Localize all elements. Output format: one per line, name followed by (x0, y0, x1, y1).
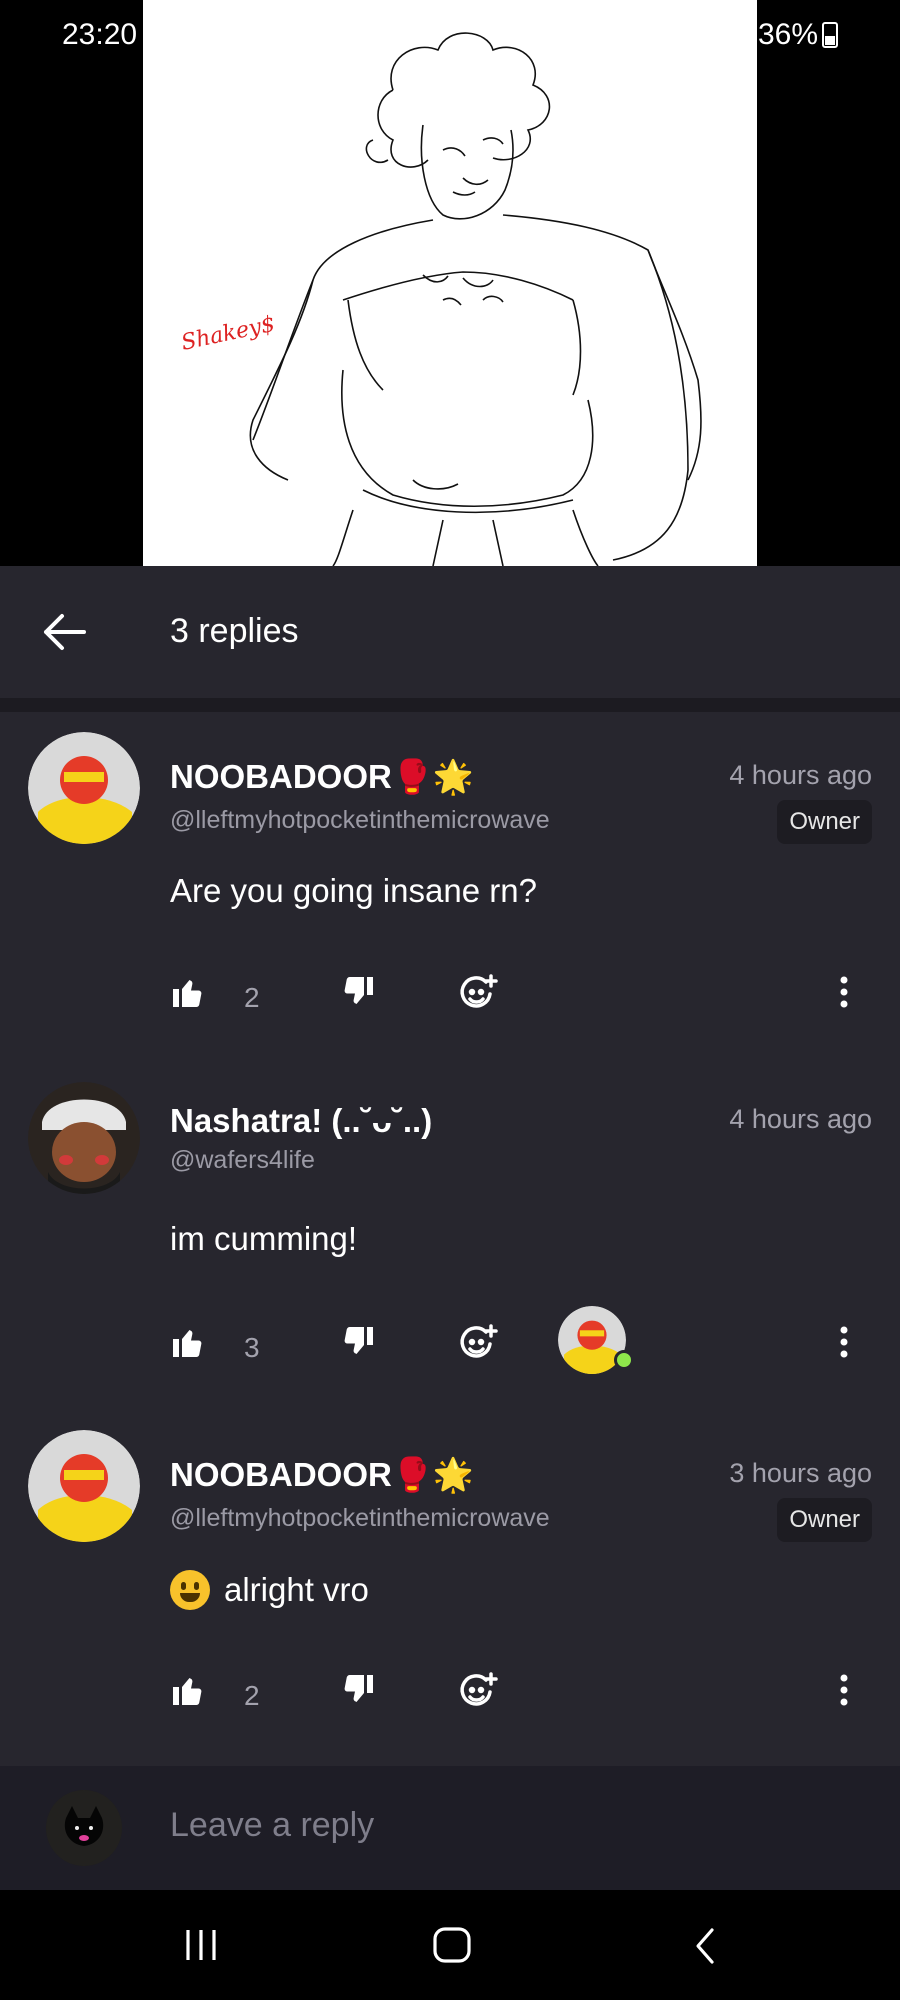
add-emoji-icon (460, 974, 498, 1008)
current-user-avatar[interactable] (46, 1790, 122, 1866)
smiley-emoji-icon (170, 1570, 210, 1610)
reply-bar (0, 1766, 900, 1890)
timestamp: 4 hours ago (729, 760, 872, 790)
owner-badge: Owner (777, 800, 872, 844)
like-button[interactable]: 2 (170, 1672, 260, 1713)
add-emoji-icon (460, 1324, 498, 1358)
like-button[interactable]: 3 (170, 1324, 260, 1365)
system-nav-bar (0, 1890, 900, 2000)
dislike-button[interactable] (340, 974, 376, 1015)
back-button[interactable] (40, 610, 92, 654)
more-options-button[interactable] (834, 1672, 854, 1713)
status-time: 23:20 (62, 18, 138, 51)
arrow-left-icon (44, 614, 86, 650)
comment-actions: 3 (170, 1306, 870, 1374)
comment-text: alright vro (224, 1571, 369, 1608)
dislike-button[interactable] (340, 1672, 376, 1713)
like-button[interactable]: 2 (170, 974, 260, 1015)
battery-icon (822, 22, 838, 48)
add-reaction-button[interactable] (458, 1324, 498, 1369)
battery-percent: 36% (757, 18, 818, 51)
status-bar: 23:20 36% (0, 0, 900, 72)
owner-badge: Owner (777, 1498, 872, 1542)
add-emoji-icon (460, 1672, 498, 1706)
user-handle[interactable]: @lleftmyhotpocketinthemicrowave (170, 1504, 550, 1533)
thumbs-down-icon (344, 1327, 373, 1354)
comment-actions: 2 (170, 974, 870, 1024)
sketch-drawing: Shakey$ (143, 0, 757, 566)
header-divider (0, 698, 900, 712)
add-reaction-button[interactable] (458, 1672, 498, 1717)
thumbs-up-icon (173, 1678, 202, 1705)
replies-panel: 3 replies NOOBADOOR🥊🌟 @lleftmyhotpocketi… (0, 566, 900, 1890)
heart-icon (614, 1350, 634, 1370)
more-vertical-icon (840, 1326, 848, 1358)
avatar[interactable] (28, 1430, 140, 1542)
add-reaction-button[interactable] (458, 974, 498, 1019)
username[interactable]: NOOBADOOR🥊🌟 (170, 1456, 474, 1495)
chevron-left-icon (696, 1928, 714, 1964)
thumbs-up-icon (173, 980, 202, 1007)
more-vertical-icon (840, 976, 848, 1008)
recent-apps-icon (186, 1930, 216, 1960)
thumbs-down-icon (344, 977, 373, 1004)
username[interactable]: Nashatra! (..˘ᴗ˘..) (170, 1102, 432, 1140)
like-count: 2 (244, 982, 260, 1013)
like-count: 2 (244, 1680, 260, 1711)
thumbs-down-icon (344, 1675, 373, 1702)
more-options-button[interactable] (834, 1324, 854, 1365)
battery-indicator: 36% (758, 18, 838, 52)
comment-body: alright vro (170, 1570, 369, 1610)
replies-title: 3 replies (170, 612, 299, 650)
user-handle[interactable]: @wafers4life (170, 1146, 315, 1175)
timestamp: 3 hours ago (729, 1458, 872, 1488)
comment-body: im cumming! (170, 1220, 358, 1257)
home-button[interactable] (432, 1926, 472, 1969)
comment-body: Are you going insane rn? (170, 872, 537, 909)
more-vertical-icon (840, 1674, 848, 1706)
dislike-button[interactable] (340, 1324, 376, 1365)
avatar[interactable] (28, 732, 140, 844)
home-icon (433, 1927, 471, 1963)
svg-text:Shakey$: Shakey$ (179, 312, 277, 356)
back-nav-button[interactable] (690, 1926, 720, 1971)
more-options-button[interactable] (834, 974, 854, 1015)
username[interactable]: NOOBADOOR🥊🌟 (170, 758, 474, 797)
like-count: 3 (244, 1332, 260, 1363)
reply-input[interactable] (170, 1806, 770, 1845)
timestamp: 4 hours ago (729, 1104, 872, 1134)
recent-apps-button[interactable] (182, 1926, 220, 1969)
replies-header: 3 replies (0, 566, 900, 698)
thumbs-up-icon (173, 1330, 202, 1357)
avatar[interactable] (28, 1082, 140, 1194)
comment-actions: 2 (170, 1672, 870, 1722)
user-handle[interactable]: @lleftmyhotpocketinthemicrowave (170, 806, 550, 835)
post-media[interactable]: Shakey$ (0, 0, 900, 566)
